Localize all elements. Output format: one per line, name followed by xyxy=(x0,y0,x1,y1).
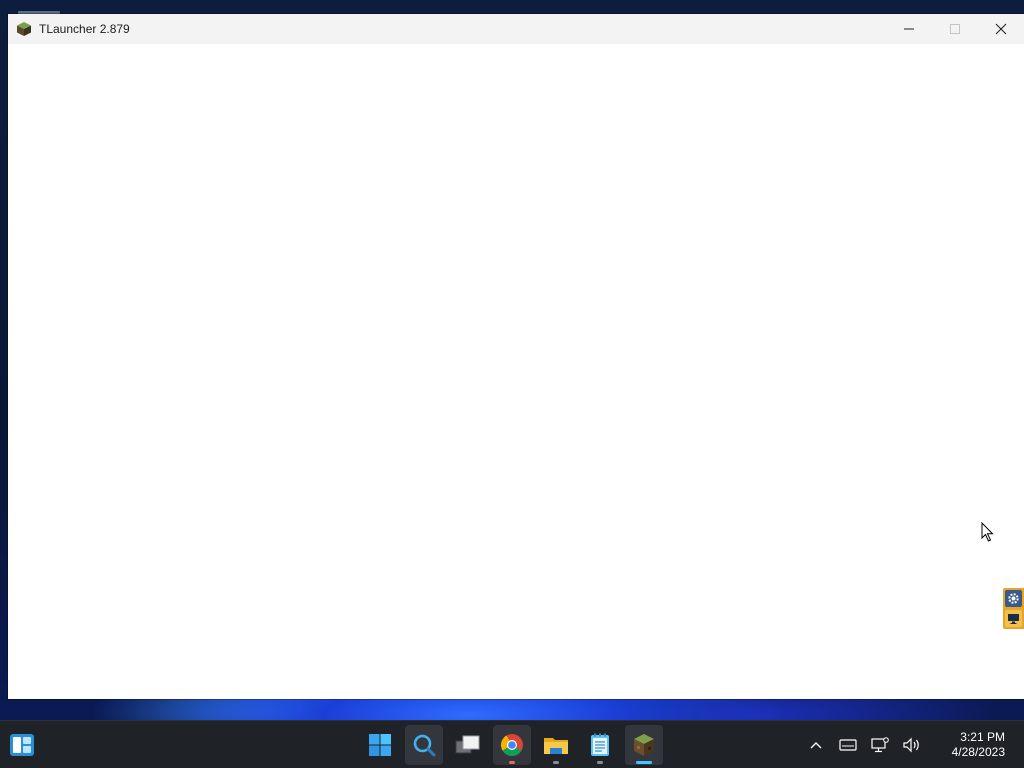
tlauncher-app-icon xyxy=(17,22,31,36)
start-button[interactable] xyxy=(358,721,402,768)
clock-date: 4/28/2023 xyxy=(951,745,1005,759)
taskbar: 3:21 PM 4/28/2023 xyxy=(0,720,1024,768)
keyboard-tray-button[interactable] xyxy=(836,721,860,768)
speaker-icon xyxy=(903,737,919,753)
close-button[interactable] xyxy=(978,14,1024,44)
close-icon xyxy=(995,23,1007,35)
chevron-up-icon xyxy=(810,742,822,749)
minimize-icon xyxy=(904,28,914,30)
show-hidden-icons-button[interactable] xyxy=(804,721,828,768)
file-explorer-running-indicator xyxy=(553,761,559,764)
maximize-button[interactable] xyxy=(932,14,978,44)
task-view-icon xyxy=(455,735,480,754)
notepad-running-indicator xyxy=(597,761,603,764)
tlauncher-active-indicator xyxy=(636,761,652,764)
widgets-button[interactable] xyxy=(8,732,36,758)
window-content-area[interactable] xyxy=(8,44,1024,699)
floating-side-widget[interactable] xyxy=(1003,588,1024,629)
maximize-icon xyxy=(950,24,960,34)
notepad-icon xyxy=(591,733,609,756)
folder-icon xyxy=(544,738,568,754)
window-titlebar[interactable]: TLauncher 2.879 xyxy=(8,14,1024,44)
monitor-icon[interactable] xyxy=(1005,610,1022,628)
taskbar-app-list xyxy=(358,721,666,768)
taskbar-clock[interactable]: 3:21 PM 4/28/2023 xyxy=(932,730,1024,760)
windows-logo-icon xyxy=(369,734,391,756)
keyboard-icon xyxy=(839,739,857,751)
task-view-button[interactable] xyxy=(446,721,490,768)
file-explorer-button[interactable] xyxy=(534,721,578,768)
tlauncher-button[interactable] xyxy=(622,721,666,768)
chrome-button[interactable] xyxy=(490,721,534,768)
tlauncher-window: TLauncher 2.879 xyxy=(8,14,1024,699)
mouse-cursor-icon xyxy=(981,522,994,542)
system-tray: 3:21 PM 4/28/2023 xyxy=(804,721,1024,768)
network-icon xyxy=(871,737,889,753)
volume-tray-button[interactable] xyxy=(900,721,924,768)
notepad-button[interactable] xyxy=(578,721,622,768)
search-button[interactable] xyxy=(402,721,446,768)
chrome-icon xyxy=(501,734,523,756)
minimize-button[interactable] xyxy=(886,14,932,44)
tlauncher-icon xyxy=(634,734,654,756)
clock-time: 3:21 PM xyxy=(960,730,1005,744)
network-tray-button[interactable] xyxy=(868,721,892,768)
widgets-icon xyxy=(10,734,34,756)
window-title: TLauncher 2.879 xyxy=(39,22,130,36)
search-icon xyxy=(413,734,436,757)
window-controls xyxy=(886,14,1024,44)
chrome-running-indicator xyxy=(509,761,515,764)
gear-icon[interactable] xyxy=(1005,589,1022,607)
